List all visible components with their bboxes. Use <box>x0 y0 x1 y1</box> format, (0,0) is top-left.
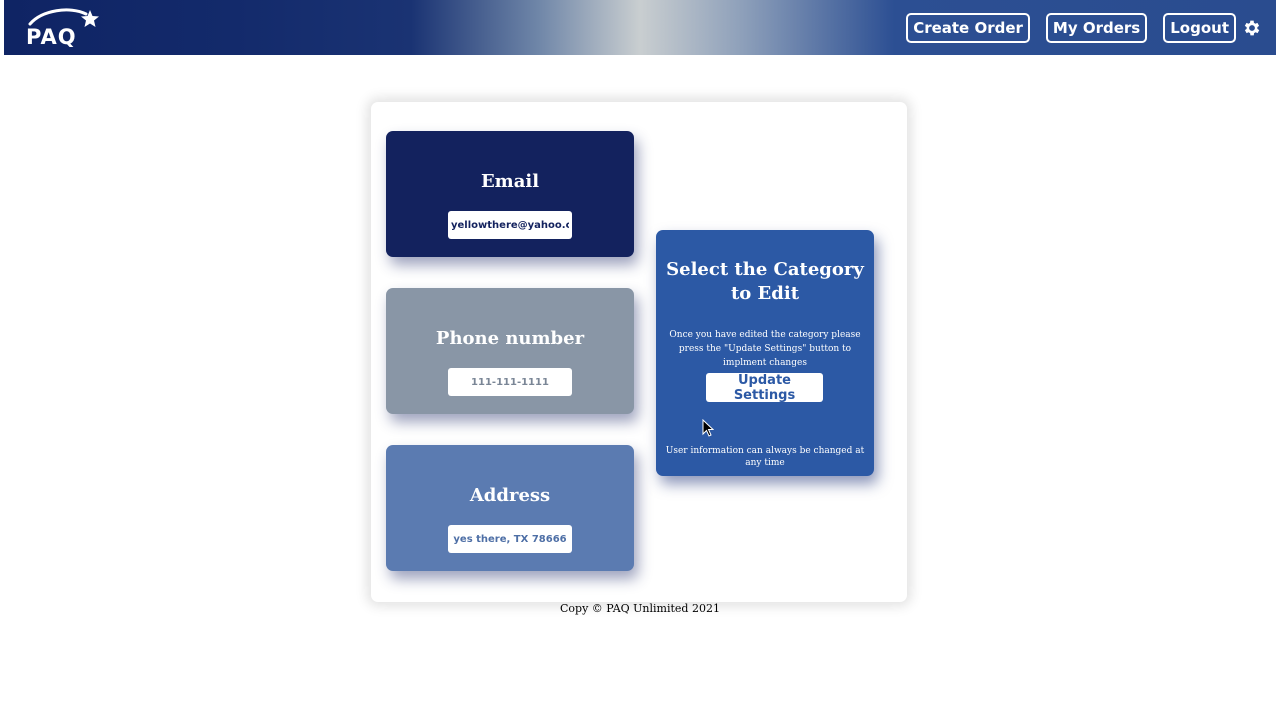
update-settings-button[interactable]: Update Settings <box>706 373 823 403</box>
email-card[interactable]: Email <box>386 131 634 257</box>
edit-panel-note: User information can always be changed a… <box>665 446 865 468</box>
address-card-title: Address <box>469 485 551 506</box>
phone-field[interactable] <box>448 368 572 396</box>
edit-panel-hint: Once you have edited the category please… <box>669 330 861 368</box>
footer-copyright: Copy © PAQ Unlimited 2021 <box>560 602 720 615</box>
logo-text: PAQ <box>26 25 77 48</box>
top-navbar: PAQ Create Order My Orders Logout <box>4 0 1276 55</box>
logout-button[interactable]: Logout <box>1163 13 1236 43</box>
my-orders-button[interactable]: My Orders <box>1045 13 1148 43</box>
edit-category-panel: Select the Category to Edit Once you hav… <box>656 230 874 476</box>
address-card[interactable]: Address <box>386 445 634 571</box>
email-field[interactable] <box>448 211 572 239</box>
mouse-cursor-icon <box>702 419 714 437</box>
email-card-title: Email <box>480 171 540 192</box>
address-field[interactable] <box>448 525 572 553</box>
settings-panel: Email Phone number Address Select the Ca… <box>371 102 907 602</box>
edit-panel-title: Select the Category to Edit <box>666 259 864 304</box>
gear-icon[interactable] <box>1242 18 1262 38</box>
paq-logo[interactable]: PAQ <box>24 6 104 48</box>
nav-actions: Create Order My Orders Logout <box>906 13 1262 43</box>
create-order-button[interactable]: Create Order <box>906 13 1030 43</box>
phone-card-title: Phone number <box>435 328 585 349</box>
phone-card[interactable]: Phone number <box>386 288 634 414</box>
